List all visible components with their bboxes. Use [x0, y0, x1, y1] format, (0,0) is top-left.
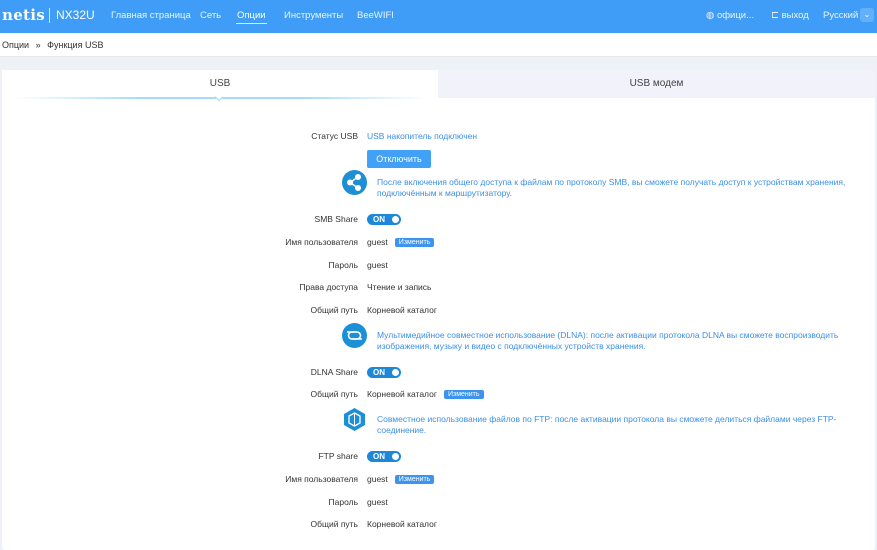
smb-label: SMB Share	[314, 214, 358, 224]
official-site-link[interactable]: ◍ офици...	[706, 10, 754, 21]
dlna-toggle[interactable]: ON	[367, 367, 401, 378]
dlna-path-value: Корневой каталог	[367, 389, 437, 399]
password-value: guest	[367, 260, 388, 270]
chevron-down-icon[interactable]: ⌄	[860, 8, 874, 22]
globe-icon: ◍	[706, 10, 715, 21]
netis-logo: netis	[2, 6, 46, 24]
status-value: USB накопитель подключен	[367, 131, 478, 141]
path-value: Корневой каталог	[367, 305, 437, 315]
nav-options[interactable]: Опции	[236, 10, 267, 24]
dlna-icon	[342, 323, 367, 348]
logout-icon: ⊏	[771, 10, 779, 21]
breadcrumb-parent[interactable]: Опции	[2, 40, 29, 50]
smb-info: После включения общего доступа к файлам …	[377, 177, 846, 198]
model-name: NX32U	[56, 8, 95, 22]
change-username-button[interactable]: Изменить	[394, 238, 435, 247]
ftp-password-label: Пароль	[328, 497, 359, 507]
status-label: Статус USB	[311, 131, 358, 141]
nav-home[interactable]: Главная страница	[111, 10, 191, 21]
dlna-info: Мультимедийное совместное использование …	[377, 330, 839, 351]
ftp-label: FTP share	[318, 451, 358, 461]
ftp-username-value: guest	[367, 474, 388, 484]
logout-link[interactable]: ⊏ выход	[771, 10, 809, 21]
ftp-username-label: Имя пользователя	[285, 474, 358, 484]
language-select[interactable]: Русский	[823, 10, 858, 21]
path-label: Общий путь	[310, 305, 358, 315]
change-ftp-username-button[interactable]: Изменить	[394, 475, 435, 484]
smb-toggle[interactable]: ON	[367, 214, 401, 225]
top-header: netis NX32U Главная страница Сеть Опции …	[0, 0, 877, 33]
ftp-toggle[interactable]: ON	[367, 451, 401, 462]
ftp-icon	[342, 407, 367, 432]
dlna-path-label: Общий путь	[310, 389, 358, 399]
rights-value: Чтение и запись	[367, 282, 432, 292]
usb-card: USB USB модем Статус USB USB накопитель …	[2, 70, 875, 550]
breadcrumb-current: Функция USB	[47, 40, 104, 50]
nav-tools[interactable]: Инструменты	[284, 10, 343, 21]
change-dlna-path-button[interactable]: Изменить	[443, 390, 484, 399]
divider	[49, 8, 50, 23]
disconnect-button[interactable]: Отключить	[367, 150, 431, 168]
tab-usb-modem[interactable]: USB модем	[438, 70, 875, 98]
ftp-password-value: guest	[367, 497, 388, 507]
ftp-path-value: Корневой каталог	[367, 519, 437, 529]
breadcrumb: Опции » Функция USB	[0, 33, 877, 57]
rights-label: Права доступа	[299, 282, 358, 292]
ftp-path-label: Общий путь	[310, 519, 358, 529]
nav-network[interactable]: Сеть	[200, 10, 221, 21]
dlna-label: DLNA Share	[310, 367, 358, 377]
password-label: Пароль	[328, 260, 359, 270]
nav-beewifi[interactable]: BeeWIFI	[357, 10, 394, 21]
username-value: guest	[367, 237, 388, 247]
share-icon	[342, 170, 367, 195]
username-label: Имя пользователя	[285, 237, 358, 247]
breadcrumb-separator: »	[35, 40, 41, 50]
ftp-info: Совместное использование файлов по FTP: …	[377, 414, 837, 435]
